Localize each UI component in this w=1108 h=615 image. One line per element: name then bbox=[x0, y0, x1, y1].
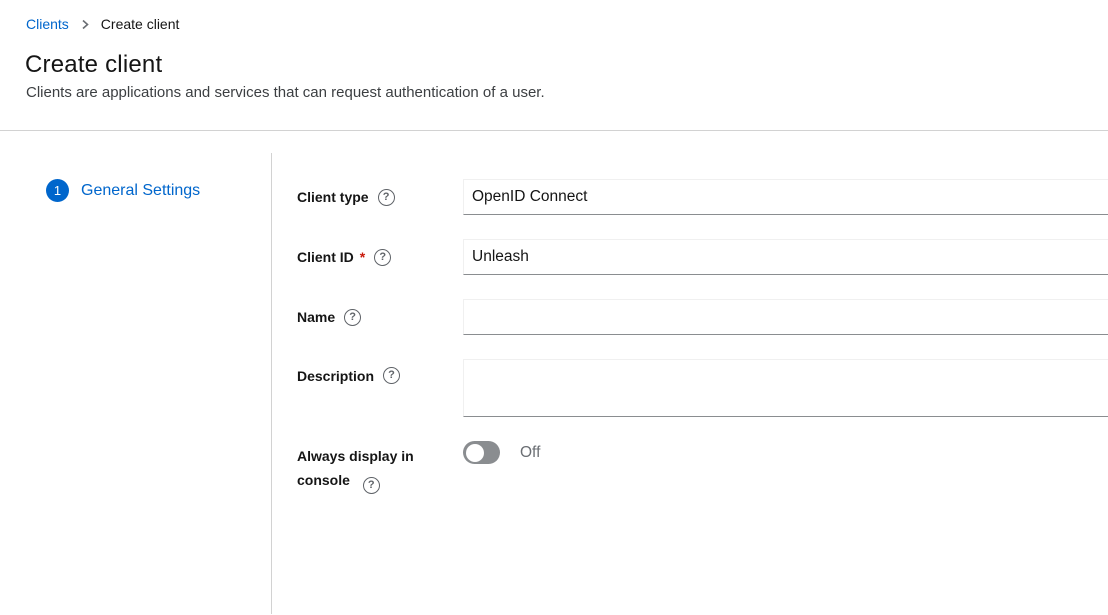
description-label: Description bbox=[297, 368, 374, 384]
description-textarea[interactable] bbox=[463, 359, 1108, 417]
always-display-label: Always display in console bbox=[297, 448, 414, 488]
client-id-label: Client ID bbox=[297, 249, 354, 265]
client-id-input[interactable] bbox=[463, 239, 1108, 275]
always-display-label-group: Always display in console ? bbox=[297, 441, 447, 494]
wizard-content-divider bbox=[271, 153, 272, 614]
name-input[interactable] bbox=[463, 299, 1108, 335]
name-label: Name bbox=[297, 309, 335, 325]
client-type-label-group: Client type ? bbox=[297, 189, 463, 206]
breadcrumb-current: Create client bbox=[101, 15, 180, 33]
help-icon[interactable]: ? bbox=[378, 189, 395, 206]
help-icon[interactable]: ? bbox=[383, 367, 400, 384]
client-id-label-group: Client ID * ? bbox=[297, 249, 463, 266]
always-display-toggle[interactable] bbox=[463, 441, 500, 464]
help-icon[interactable]: ? bbox=[363, 477, 380, 494]
create-client-page: Clients Create client Create client Clie… bbox=[0, 0, 1108, 615]
breadcrumb: Clients Create client bbox=[26, 15, 179, 33]
required-asterisk: * bbox=[360, 249, 365, 265]
toggle-state-label: Off bbox=[520, 444, 540, 462]
toggle-knob bbox=[466, 444, 484, 462]
client-type-label: Client type bbox=[297, 189, 369, 205]
wizard-step-label: General Settings bbox=[81, 182, 200, 200]
always-display-row: Always display in console ? Off bbox=[297, 441, 1108, 494]
page-title: Create client bbox=[25, 51, 162, 79]
wizard-step-general-settings[interactable]: 1 General Settings bbox=[46, 179, 200, 202]
header-divider bbox=[0, 130, 1108, 131]
name-label-group: Name ? bbox=[297, 309, 463, 326]
chevron-right-icon bbox=[80, 19, 90, 30]
client-id-row: Client ID * ? bbox=[297, 239, 1108, 275]
page-subtitle: Clients are applications and services th… bbox=[26, 84, 545, 101]
client-type-row: Client type ? bbox=[297, 179, 1108, 215]
help-icon[interactable]: ? bbox=[374, 249, 391, 266]
breadcrumb-link-clients[interactable]: Clients bbox=[26, 15, 69, 33]
create-client-form: Client type ? Client ID * ? Name ? bbox=[297, 179, 1108, 518]
name-row: Name ? bbox=[297, 299, 1108, 335]
description-label-group: Description ? bbox=[297, 359, 463, 384]
help-icon[interactable]: ? bbox=[344, 309, 361, 326]
step-number-badge: 1 bbox=[46, 179, 69, 202]
client-type-select[interactable] bbox=[463, 179, 1108, 215]
description-row: Description ? bbox=[297, 359, 1108, 417]
